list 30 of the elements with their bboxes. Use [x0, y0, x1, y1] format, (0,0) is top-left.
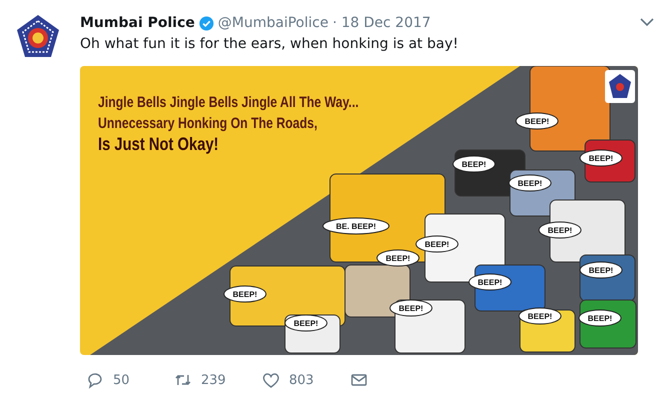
verified-badge-icon	[198, 16, 214, 30]
beep-speech-bubble: BEEP!	[578, 310, 622, 326]
caret-icon[interactable]	[640, 17, 654, 27]
reply-icon	[86, 371, 104, 389]
heart-icon	[262, 371, 280, 389]
beep-speech-bubble: BEEP!	[538, 222, 582, 238]
beep-speech-bubble: BEEP!	[508, 174, 552, 192]
beep-speech-bubble: BEEP!	[516, 112, 558, 130]
police-emblem-icon	[605, 70, 635, 103]
slogan-line: Is Just Not Okay!	[98, 134, 220, 155]
beep-speech-bubble: BEEP!	[224, 286, 266, 302]
beep-speech-bubble: BEEP!	[580, 150, 622, 166]
reply-button[interactable]: 50	[86, 371, 174, 389]
tweet-date[interactable]: · 18 Dec 2017	[332, 15, 431, 31]
slogan-line: Unnecessary Honking On The Roads,	[98, 114, 318, 134]
beep-speech-bubble: BEEP!	[518, 308, 562, 324]
beep-speech-bubble: BEEP!	[468, 274, 512, 290]
beep-speech-bubble: BEEP!	[390, 300, 432, 316]
beep-speech-bubble: BEEP!	[376, 250, 420, 266]
beep-speech-bubble: BE. BEEP!	[322, 218, 390, 234]
retweet-button[interactable]: 239	[174, 371, 262, 389]
beep-speech-bubble: BEEP!	[452, 156, 496, 172]
like-button[interactable]: 803	[262, 371, 350, 389]
beep-speech-bubble: BEEP!	[284, 314, 328, 332]
tweet-text: Oh what fun it is for the ears, when honking is at bay!	[80, 36, 460, 52]
beep-speech-bubble: BEEP!	[580, 262, 622, 278]
author-name[interactable]: Mumbai Police	[80, 15, 195, 31]
author-handle[interactable]: @MumbaiPolice	[218, 15, 328, 31]
slogan-line: Jingle Bells Jingle Bells Jingle All The Way...	[98, 93, 359, 113]
beep-speech-bubble: BEEP!	[416, 236, 458, 252]
